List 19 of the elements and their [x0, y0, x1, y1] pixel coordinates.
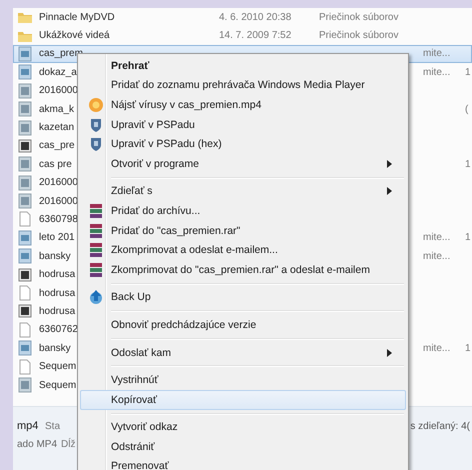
table-cell-text: mite... [422, 250, 452, 262]
table-cell-text: mite... [422, 232, 452, 244]
date-cell-text: 4. 6. 2010 20:38 [219, 12, 292, 23]
type-cell-text: Priečinok súborov [319, 30, 400, 42]
table-cell-text: mite... [422, 48, 452, 60]
date-cell-text: 14. 7. 2009 7:52 [219, 30, 292, 42]
table-cell-text: ( [464, 104, 470, 115]
table-cell-text: mite... [422, 342, 452, 354]
table-cell-text: mite... [422, 66, 452, 78]
file-type: ado MP4 [17, 438, 58, 450]
table-cell-text: 1 [464, 66, 472, 78]
table-cell-text: 1 [464, 232, 472, 244]
details-label: Dĺž [61, 438, 76, 450]
table-cell-text: 1 [464, 158, 472, 170]
details-label: Sta [45, 420, 60, 432]
type-cell-text: Priečinok súborov [319, 12, 400, 23]
table-cell-text: 1 [464, 342, 472, 354]
details-text: s zdieľaný: 4( [410, 420, 471, 432]
file-name: mp4 [17, 420, 40, 432]
